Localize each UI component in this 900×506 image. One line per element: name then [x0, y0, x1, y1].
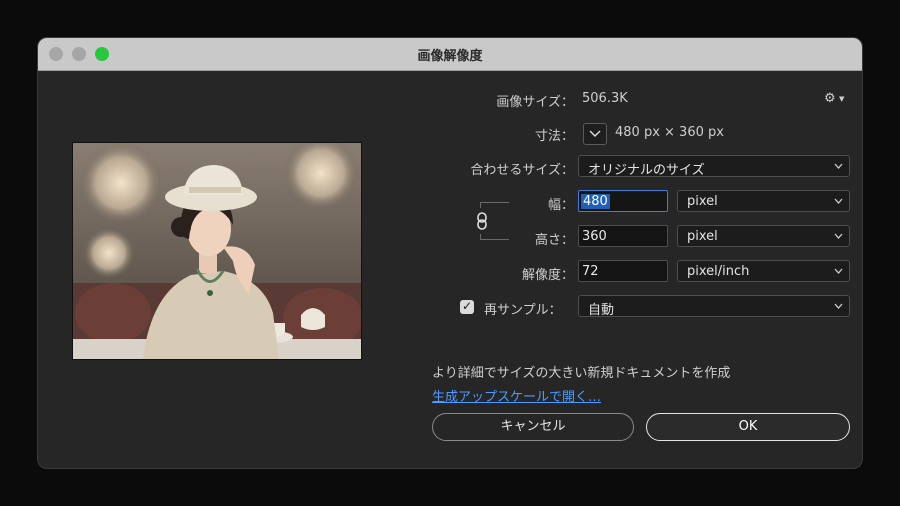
width-label: 幅： [547, 198, 574, 213]
height-unit-select[interactable]: pixel [677, 225, 850, 247]
checkmark-icon: ✓ [462, 299, 473, 313]
ok-button[interactable]: OK [646, 413, 850, 441]
chevron-down-icon [589, 130, 601, 138]
fit-to-select[interactable]: オリジナルのサイズ [578, 155, 850, 178]
title-bar: 画像解像度 [38, 38, 862, 71]
width-input[interactable]: 480 [578, 190, 668, 212]
resolution-label: 解像度： [521, 268, 574, 283]
chevron-down-icon [834, 268, 843, 274]
height-unit-value: pixel [687, 229, 718, 244]
dimensions-value: 480 px × 360 px [615, 125, 724, 140]
width-unit-select[interactable]: pixel [677, 190, 850, 212]
cancel-button[interactable]: キャンセル [432, 413, 634, 441]
dialog-title: 画像解像度 [417, 49, 483, 64]
resolution-value: 72 [582, 264, 599, 279]
resample-method-select[interactable]: 自動 [578, 295, 850, 318]
chevron-down-icon [834, 198, 843, 204]
width-value: 480 [581, 194, 610, 209]
fit-to-value: オリジナルのサイズ [588, 163, 705, 178]
generative-upscale-link[interactable]: 生成アップスケールで開く… [432, 386, 601, 405]
resample-label: 再サンプル： [484, 303, 562, 318]
image-size-value: 506.3K [582, 91, 628, 106]
resolution-unit-select[interactable]: pixel/inch [677, 260, 850, 282]
chevron-down-icon [834, 233, 843, 239]
resample-method-value: 自動 [588, 303, 615, 318]
height-value: 360 [582, 229, 607, 244]
resolution-unit-value: pixel/inch [687, 264, 750, 279]
fit-to-label: 合わせるサイズ： [470, 163, 574, 178]
gear-icon[interactable]: ⚙ [824, 91, 836, 106]
image-size-label: 画像サイズ： [496, 95, 574, 110]
resample-checkbox[interactable]: ✓ [460, 299, 474, 314]
resolution-input[interactable]: 72 [578, 260, 668, 282]
image-preview[interactable] [72, 142, 362, 360]
chevron-down-icon [834, 163, 843, 169]
width-unit-value: pixel [687, 194, 718, 209]
image-size-dialog: 画像解像度 画像サイズ： 506.3K ⚙ ▼ 寸法： 480 px × 360… [38, 38, 862, 468]
height-label: 高さ： [534, 233, 574, 248]
upscale-info-text: より詳細でサイズの大きい新規ドキュメントを作成 [432, 366, 731, 381]
dimensions-unit-toggle[interactable] [583, 123, 607, 145]
chevron-down-icon[interactable]: ▼ [839, 95, 844, 103]
chevron-down-icon [834, 303, 843, 309]
height-input[interactable]: 360 [578, 225, 668, 247]
portrait-thumbnail [73, 143, 361, 359]
dimensions-label: 寸法： [534, 129, 574, 144]
chain-link-icon[interactable] [474, 208, 490, 234]
